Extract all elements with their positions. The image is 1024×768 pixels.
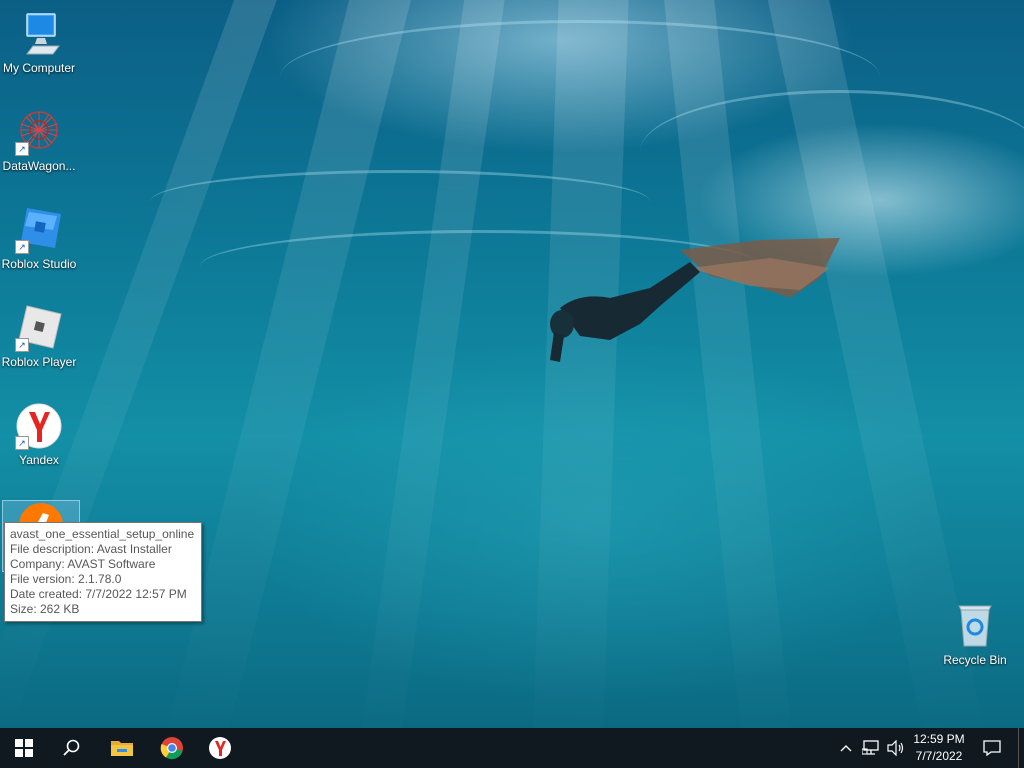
action-center-button[interactable] — [972, 728, 1012, 768]
clock-date: 7/7/2022 — [915, 749, 963, 763]
surface-wave — [150, 170, 650, 233]
icon-label: Roblox Player — [1, 355, 77, 369]
surface-wave — [640, 90, 1024, 213]
search-button[interactable] — [48, 728, 96, 768]
taskbar: 12:59 PM 7/7/2022 — [0, 728, 1024, 768]
recycle-bin-icon — [951, 602, 999, 650]
desktop-icon-yandex[interactable]: ↗ Yandex — [0, 402, 78, 467]
start-button[interactable] — [0, 728, 48, 768]
clock-time: 12:59 PM — [913, 732, 965, 746]
show-hidden-icons-button[interactable] — [834, 728, 858, 768]
search-icon — [63, 739, 80, 756]
tooltip-size: Size: 262 KB — [10, 602, 80, 616]
taskbar-file-explorer[interactable] — [98, 728, 146, 768]
yandex-icon — [209, 737, 231, 759]
chrome-icon — [160, 737, 183, 760]
shortcut-arrow-icon: ↗ — [15, 436, 29, 450]
desktop-icon-datawagon[interactable]: ↗ DataWagon... — [0, 108, 78, 173]
desktop-icon-roblox-studio[interactable]: ↗ Roblox Studio — [0, 206, 78, 271]
desktop-icon-roblox-player[interactable]: ↗ Roblox Player — [0, 304, 78, 369]
taskbar-yandex[interactable] — [196, 728, 244, 768]
diver-image — [550, 238, 840, 362]
tooltip-company: Company: AVAST Software — [10, 557, 156, 571]
roblox-studio-icon: ↗ — [15, 206, 63, 254]
notification-icon — [983, 740, 1001, 756]
roblox-player-icon: ↗ — [15, 304, 63, 352]
network-button[interactable] — [858, 728, 884, 768]
show-desktop-divider[interactable] — [1018, 728, 1019, 768]
icon-label: Yandex — [19, 453, 59, 467]
shortcut-arrow-icon: ↗ — [15, 240, 29, 254]
icon-label: DataWagon... — [2, 159, 76, 173]
desktop-icon-my-computer[interactable]: My Computer — [0, 10, 78, 75]
tooltip-file-version: File version: 2.1.78.0 — [10, 572, 122, 586]
taskbar-chrome[interactable] — [148, 728, 196, 768]
tooltip-file-description: File description: Avast Installer — [10, 542, 172, 556]
icon-label: My Computer — [2, 61, 76, 75]
monitor-icon — [15, 10, 63, 58]
icon-label: Recycle Bin — [943, 653, 1007, 667]
volume-icon — [887, 740, 904, 756]
tooltip-file-name: avast_one_essential_setup_online — [10, 527, 195, 541]
windows-start-icon — [15, 739, 33, 757]
file-info-tooltip: avast_one_essential_setup_online File de… — [4, 522, 202, 622]
shortcut-arrow-icon: ↗ — [15, 142, 29, 156]
network-icon — [862, 740, 879, 755]
chevron-up-icon — [840, 745, 852, 752]
desktop[interactable]: My Computer ↗ DataWagon... ↗ Roblox Stud… — [0, 0, 1024, 728]
shortcut-arrow-icon: ↗ — [15, 338, 29, 352]
tooltip-date-created: Date created: 7/7/2022 12:57 PM — [10, 587, 187, 601]
file-explorer-icon — [111, 741, 133, 756]
icon-label: Roblox Studio — [1, 257, 77, 271]
clock-button[interactable]: 12:59 PM 7/7/2022 — [908, 732, 970, 763]
yandex-icon: ↗ — [15, 402, 63, 450]
volume-button[interactable] — [884, 728, 908, 768]
network-sphere-icon: ↗ — [15, 108, 63, 156]
desktop-icon-recycle-bin[interactable]: Recycle Bin — [936, 602, 1014, 667]
